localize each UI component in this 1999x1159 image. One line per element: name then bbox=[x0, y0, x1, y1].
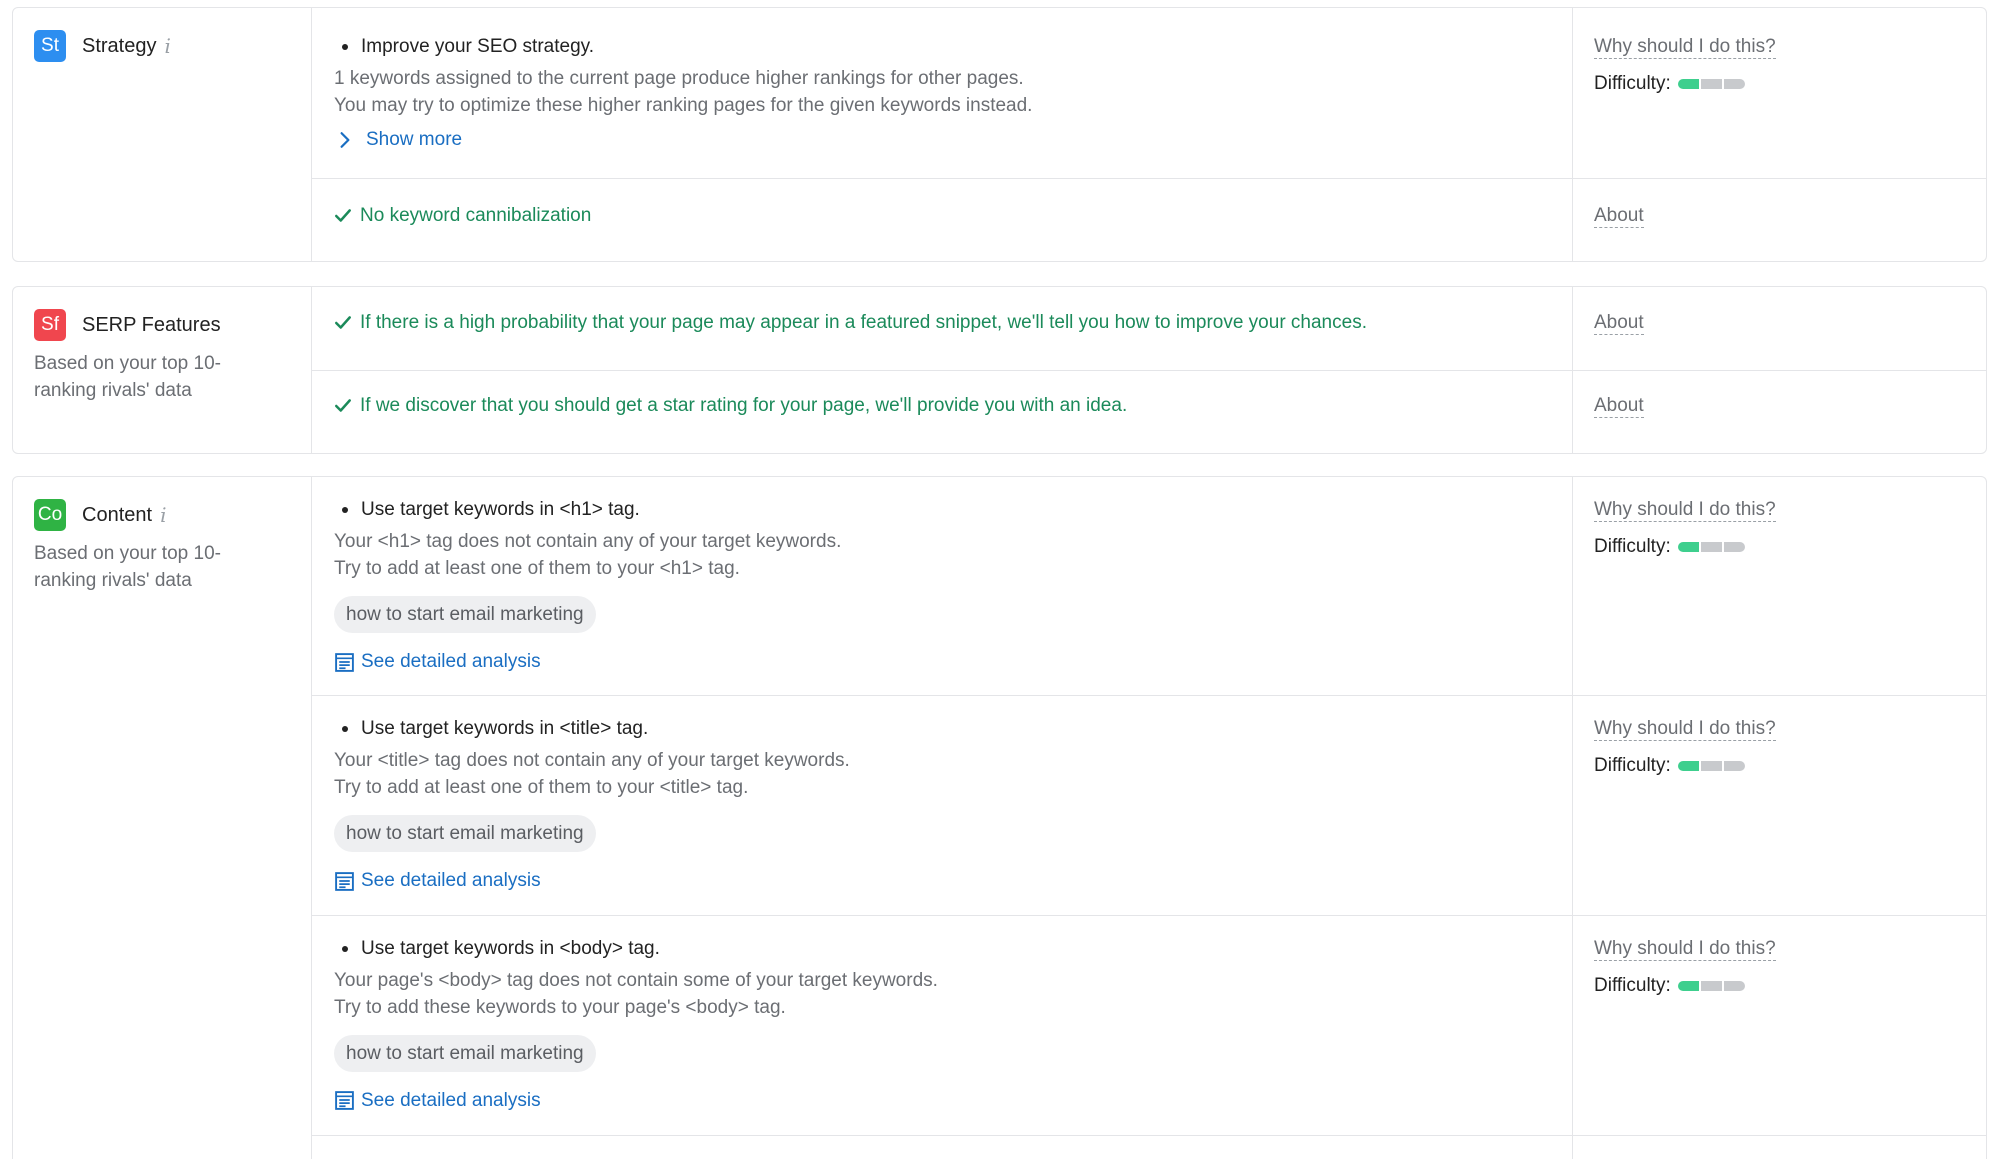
difficulty-segment bbox=[1723, 761, 1745, 772]
difficulty-label: Difficulty: bbox=[1594, 755, 1671, 777]
info-icon[interactable]: i bbox=[160, 503, 166, 527]
document-icon bbox=[335, 652, 354, 672]
see-detailed-analysis-label: See detailed analysis bbox=[361, 870, 541, 892]
strategy-row-cannibalization: No keyword cannibalization About bbox=[312, 179, 1986, 261]
content-section: Co Content i Based on your top 10-rankin… bbox=[12, 476, 1987, 1159]
difficulty-segment bbox=[1677, 761, 1699, 772]
why-should-i-do-this-link[interactable]: Why should I do this? bbox=[1594, 499, 1776, 522]
strategy-title: Strategy bbox=[82, 34, 157, 57]
difficulty-segment bbox=[1700, 761, 1722, 772]
content-title: Content bbox=[82, 503, 153, 526]
difficulty-segment bbox=[1677, 79, 1699, 89]
idea-description-line: Try to add at least one of them to your … bbox=[334, 777, 749, 799]
idea-description-line: 1 keywords assigned to the current page … bbox=[334, 68, 1024, 89]
content-subtitle: Based on your top 10-ranking rivals' dat… bbox=[34, 543, 221, 591]
difficulty-bar bbox=[1677, 542, 1745, 552]
bullet-icon bbox=[342, 726, 348, 733]
content-row-h1: Use target keywords in <h1> tag. Your <h… bbox=[312, 477, 1986, 697]
content-row-next bbox=[312, 1136, 1986, 1159]
difficulty-segment bbox=[1723, 79, 1745, 89]
difficulty-label: Difficulty: bbox=[1594, 536, 1671, 557]
strategy-badge-icon: St bbox=[34, 30, 66, 62]
content-row-body: Use target keywords in <body> tag. Your … bbox=[312, 915, 1986, 1136]
difficulty-segment bbox=[1723, 980, 1745, 991]
keyword-tag: how to start email marketing bbox=[334, 1034, 596, 1072]
difficulty-label: Difficulty: bbox=[1594, 73, 1671, 94]
difficulty-bar bbox=[1677, 761, 1745, 772]
why-should-i-do-this-link[interactable]: Why should I do this? bbox=[1594, 36, 1776, 59]
idea-description-line: Try to add at least one of them to your … bbox=[334, 558, 740, 579]
difficulty-segment bbox=[1700, 79, 1722, 89]
chevron-right-icon bbox=[340, 132, 350, 148]
difficulty-indicator: Difficulty: bbox=[1594, 975, 1986, 997]
serp-features-header: Sf SERP Features Based on your top 10-ra… bbox=[13, 287, 312, 453]
info-icon[interactable]: i bbox=[164, 34, 170, 58]
check-icon bbox=[335, 316, 351, 329]
idea-description-line: Your page's <body> tag does not contain … bbox=[334, 969, 938, 991]
strategy-header: St Strategy i bbox=[13, 8, 312, 261]
why-should-i-do-this-link[interactable]: Why should I do this? bbox=[1594, 938, 1776, 961]
content-row-title: Use target keywords in <title> tag. Your… bbox=[312, 696, 1986, 916]
document-icon bbox=[335, 1091, 354, 1111]
difficulty-bar bbox=[1677, 79, 1745, 89]
bullet-icon bbox=[342, 945, 348, 952]
difficulty-indicator: Difficulty: bbox=[1594, 73, 1986, 95]
idea-description-line: Your <h1> tag does not contain any of yo… bbox=[334, 531, 842, 552]
why-should-i-do-this-link[interactable]: Why should I do this? bbox=[1594, 718, 1776, 742]
bullet-icon bbox=[342, 507, 348, 513]
show-more-label: Show more bbox=[366, 129, 463, 150]
idea-description-line: Your <title> tag does not contain any of… bbox=[334, 750, 850, 772]
idea-title: Improve your SEO strategy. bbox=[361, 36, 595, 57]
serp-features-section: Sf SERP Features Based on your top 10-ra… bbox=[12, 286, 1987, 454]
see-detailed-analysis-link[interactable]: See detailed analysis bbox=[334, 1090, 1572, 1112]
difficulty-segment bbox=[1723, 542, 1745, 552]
see-detailed-analysis-label: See detailed analysis bbox=[361, 651, 541, 672]
serp-features-title: SERP Features bbox=[82, 313, 221, 336]
difficulty-indicator: Difficulty: bbox=[1594, 755, 1986, 777]
seo-ideas-page: St Strategy i Improve your SEO strategy.… bbox=[0, 0, 1999, 1159]
check-icon bbox=[335, 399, 351, 412]
check-message: If we discover that you should get a sta… bbox=[360, 395, 1128, 416]
difficulty-indicator: Difficulty: bbox=[1594, 536, 1986, 558]
see-detailed-analysis-label: See detailed analysis bbox=[361, 1089, 541, 1111]
idea-description: Your <title> tag does not contain any of… bbox=[334, 747, 1572, 801]
idea-description: 1 keywords assigned to the current page … bbox=[334, 65, 1572, 119]
idea-description-line: Try to add these keywords to your page's… bbox=[334, 996, 786, 1018]
about-link[interactable]: About bbox=[1594, 312, 1644, 335]
show-more-button[interactable]: Show more bbox=[334, 129, 1572, 151]
idea-description: Your <h1> tag does not contain any of yo… bbox=[334, 528, 1572, 582]
difficulty-segment bbox=[1700, 980, 1722, 991]
idea-description: Your page's <body> tag does not contain … bbox=[334, 967, 1572, 1021]
idea-description-line: You may try to optimize these higher ran… bbox=[334, 95, 1033, 116]
keyword-tag: how to start email marketing bbox=[334, 815, 596, 853]
difficulty-segment bbox=[1677, 542, 1699, 552]
serp-features-badge-icon: Sf bbox=[34, 309, 66, 341]
difficulty-label: Difficulty: bbox=[1594, 974, 1671, 996]
check-message: No keyword cannibalization bbox=[360, 205, 592, 226]
strategy-row-improve: Improve your SEO strategy. 1 keywords as… bbox=[312, 8, 1986, 179]
about-link[interactable]: About bbox=[1594, 205, 1644, 228]
check-message: If there is a high probability that your… bbox=[360, 312, 1367, 333]
see-detailed-analysis-link[interactable]: See detailed analysis bbox=[334, 870, 1572, 892]
difficulty-segment bbox=[1677, 980, 1699, 991]
idea-title: Use target keywords in <h1> tag. bbox=[361, 499, 640, 520]
content-badge-icon: Co bbox=[34, 499, 66, 531]
idea-title: Use target keywords in <title> tag. bbox=[361, 718, 649, 740]
serp-row-featured-snippet: If there is a high probability that your… bbox=[312, 287, 1986, 371]
about-link[interactable]: About bbox=[1594, 395, 1644, 418]
see-detailed-analysis-link[interactable]: See detailed analysis bbox=[334, 651, 1572, 673]
document-icon bbox=[335, 871, 354, 891]
keyword-tag: how to start email marketing bbox=[334, 596, 596, 633]
difficulty-bar bbox=[1677, 980, 1745, 991]
check-icon bbox=[335, 209, 351, 222]
content-header: Co Content i Based on your top 10-rankin… bbox=[13, 477, 312, 1159]
idea-title: Use target keywords in <body> tag. bbox=[361, 937, 660, 959]
strategy-section: St Strategy i Improve your SEO strategy.… bbox=[12, 7, 1987, 262]
difficulty-segment bbox=[1700, 542, 1722, 552]
bullet-icon bbox=[342, 44, 348, 50]
serp-features-subtitle: Based on your top 10-ranking rivals' dat… bbox=[34, 353, 221, 401]
serp-row-star-rating: If we discover that you should get a sta… bbox=[312, 371, 1986, 453]
